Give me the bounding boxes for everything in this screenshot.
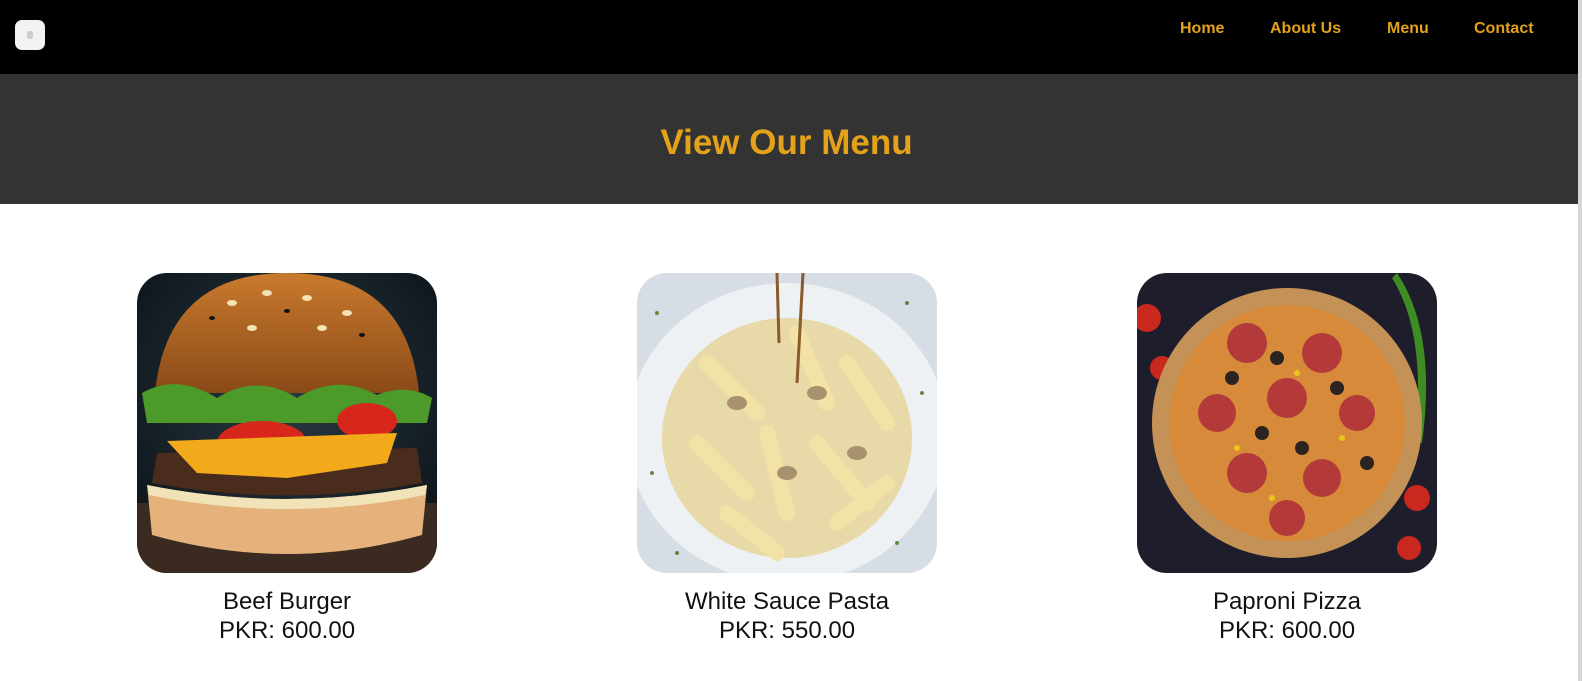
pizza-photo bbox=[1137, 273, 1437, 573]
menu-card-pizza[interactable]: Paproni Pizza PKR: 600.00 bbox=[1137, 273, 1437, 645]
menu-card-pasta[interactable]: White Sauce Pasta PKR: 550.00 bbox=[637, 273, 937, 645]
item-name: Beef Burger bbox=[222, 588, 352, 615]
page-scrollbar[interactable] bbox=[1578, 0, 1582, 681]
item-price: PKR: 550.00 bbox=[718, 617, 856, 644]
page-title: View Our Menu bbox=[660, 123, 913, 162]
menu-card-burger[interactable]: Beef Burger PKR: 600.00 bbox=[137, 273, 437, 645]
item-price: PKR: 600.00 bbox=[218, 617, 356, 644]
item-name: Paproni Pizza bbox=[1212, 588, 1362, 615]
burger-photo bbox=[137, 273, 437, 573]
nav-about-link[interactable]: About Us bbox=[1270, 19, 1341, 39]
item-name: White Sauce Pasta bbox=[684, 588, 890, 615]
nav-menu-link[interactable]: Menu bbox=[1387, 19, 1429, 39]
pasta-photo bbox=[637, 273, 937, 573]
menu-hero-banner: View Our Menu bbox=[0, 74, 1578, 204]
logo-icon[interactable] bbox=[15, 20, 45, 50]
navbar: Home About Us Menu Contact bbox=[0, 0, 1582, 74]
nav-contact-link[interactable]: Contact bbox=[1474, 19, 1534, 39]
item-price: PKR: 600.00 bbox=[1218, 617, 1356, 644]
nav-home-link[interactable]: Home bbox=[1180, 19, 1224, 39]
